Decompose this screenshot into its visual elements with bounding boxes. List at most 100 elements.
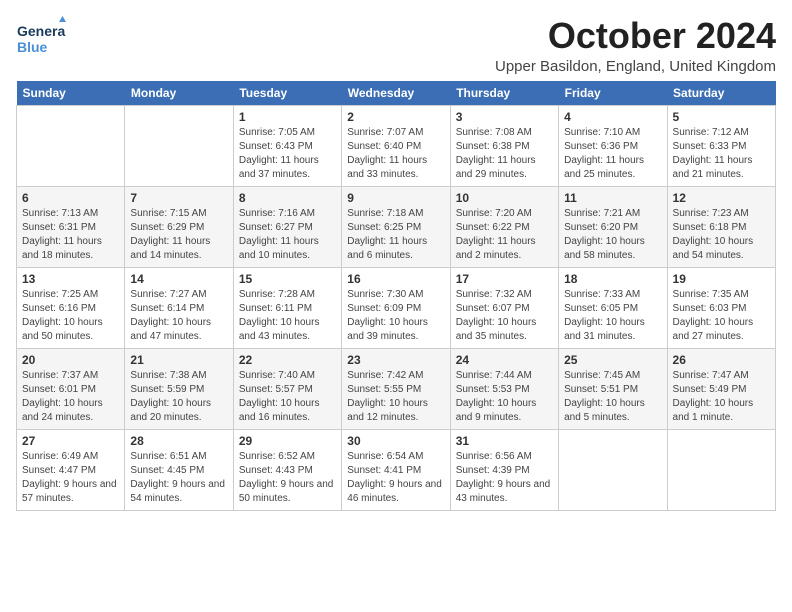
- day-number: 31: [456, 434, 553, 448]
- day-number: 2: [347, 110, 444, 124]
- day-detail: Sunrise: 7:47 AM Sunset: 5:49 PM Dayligh…: [673, 369, 770, 425]
- day-detail: Sunrise: 7:05 AM Sunset: 6:43 PM Dayligh…: [239, 126, 336, 182]
- day-detail: Sunrise: 7:27 AM Sunset: 6:14 PM Dayligh…: [130, 288, 227, 344]
- day-detail: Sunrise: 7:15 AM Sunset: 6:29 PM Dayligh…: [130, 207, 227, 263]
- day-number: 13: [22, 272, 119, 286]
- calendar-cell: 30 Sunrise: 6:54 AM Sunset: 4:41 PM Dayli…: [342, 429, 450, 510]
- dow-header-monday: Monday: [125, 81, 233, 106]
- day-number: 21: [130, 353, 227, 367]
- svg-text:Blue: Blue: [17, 39, 48, 55]
- day-detail: Sunrise: 7:33 AM Sunset: 6:05 PM Dayligh…: [564, 288, 661, 344]
- page-header: General Blue October 2024 Upper Basildon…: [16, 16, 776, 75]
- day-number: 27: [22, 434, 119, 448]
- day-detail: Sunrise: 6:52 AM Sunset: 4:43 PM Dayligh…: [239, 450, 336, 506]
- calendar-cell: 22 Sunrise: 7:40 AM Sunset: 5:57 PM Dayli…: [233, 348, 341, 429]
- day-number: 6: [22, 191, 119, 205]
- day-number: 29: [239, 434, 336, 448]
- calendar-cell: 24 Sunrise: 7:44 AM Sunset: 5:53 PM Dayli…: [450, 348, 558, 429]
- day-detail: Sunrise: 7:10 AM Sunset: 6:36 PM Dayligh…: [564, 126, 661, 182]
- svg-text:General: General: [17, 23, 66, 39]
- day-detail: Sunrise: 7:20 AM Sunset: 6:22 PM Dayligh…: [456, 207, 553, 263]
- calendar-cell: 11 Sunrise: 7:21 AM Sunset: 6:20 PM Dayli…: [559, 186, 667, 267]
- day-number: 15: [239, 272, 336, 286]
- day-number: 16: [347, 272, 444, 286]
- day-number: 20: [22, 353, 119, 367]
- calendar-cell: 1 Sunrise: 7:05 AM Sunset: 6:43 PM Daylig…: [233, 105, 341, 186]
- day-number: 23: [347, 353, 444, 367]
- calendar-cell: 20 Sunrise: 7:37 AM Sunset: 6:01 PM Dayli…: [17, 348, 125, 429]
- calendar-cell: [667, 429, 775, 510]
- dow-header-tuesday: Tuesday: [233, 81, 341, 106]
- day-detail: Sunrise: 7:44 AM Sunset: 5:53 PM Dayligh…: [456, 369, 553, 425]
- day-detail: Sunrise: 7:21 AM Sunset: 6:20 PM Dayligh…: [564, 207, 661, 263]
- calendar-table: SundayMondayTuesdayWednesdayThursdayFrid…: [16, 81, 776, 511]
- calendar-cell: 15 Sunrise: 7:28 AM Sunset: 6:11 PM Dayli…: [233, 267, 341, 348]
- day-number: 8: [239, 191, 336, 205]
- day-detail: Sunrise: 7:12 AM Sunset: 6:33 PM Dayligh…: [673, 126, 770, 182]
- calendar-cell: 9Sunrise: 7:18 AM Sunset: 6:25 PM Daylig…: [342, 186, 450, 267]
- day-detail: Sunrise: 7:07 AM Sunset: 6:40 PM Dayligh…: [347, 126, 444, 182]
- day-number: 28: [130, 434, 227, 448]
- dow-header-saturday: Saturday: [667, 81, 775, 106]
- day-number: 10: [456, 191, 553, 205]
- day-detail: Sunrise: 7:13 AM Sunset: 6:31 PM Dayligh…: [22, 207, 119, 263]
- day-detail: Sunrise: 7:37 AM Sunset: 6:01 PM Dayligh…: [22, 369, 119, 425]
- day-number: 12: [673, 191, 770, 205]
- calendar-cell: [559, 429, 667, 510]
- day-detail: Sunrise: 7:08 AM Sunset: 6:38 PM Dayligh…: [456, 126, 553, 182]
- day-number: 5: [673, 110, 770, 124]
- calendar-cell: 29 Sunrise: 6:52 AM Sunset: 4:43 PM Dayli…: [233, 429, 341, 510]
- calendar-cell: 31 Sunrise: 6:56 AM Sunset: 4:39 PM Dayli…: [450, 429, 558, 510]
- calendar-cell: 5 Sunrise: 7:12 AM Sunset: 6:33 PM Daylig…: [667, 105, 775, 186]
- day-detail: Sunrise: 7:28 AM Sunset: 6:11 PM Dayligh…: [239, 288, 336, 344]
- calendar-cell: 13 Sunrise: 7:25 AM Sunset: 6:16 PM Dayli…: [17, 267, 125, 348]
- calendar-cell: [125, 105, 233, 186]
- day-number: 19: [673, 272, 770, 286]
- calendar-cell: 10 Sunrise: 7:20 AM Sunset: 6:22 PM Dayli…: [450, 186, 558, 267]
- day-number: 7: [130, 191, 227, 205]
- calendar-cell: 25Sunrise: 7:45 AM Sunset: 5:51 PM Dayli…: [559, 348, 667, 429]
- calendar-cell: 19Sunrise: 7:35 AM Sunset: 6:03 PM Dayli…: [667, 267, 775, 348]
- calendar-cell: 26Sunrise: 7:47 AM Sunset: 5:49 PM Dayli…: [667, 348, 775, 429]
- calendar-cell: [17, 105, 125, 186]
- day-detail: Sunrise: 6:51 AM Sunset: 4:45 PM Dayligh…: [130, 450, 227, 506]
- month-title: October 2024: [495, 16, 776, 56]
- day-number: 24: [456, 353, 553, 367]
- day-number: 17: [456, 272, 553, 286]
- dow-header-friday: Friday: [559, 81, 667, 106]
- day-number: 4: [564, 110, 661, 124]
- location-subtitle: Upper Basildon, England, United Kingdom: [495, 58, 776, 75]
- calendar-cell: 17 Sunrise: 7:32 AM Sunset: 6:07 PM Dayli…: [450, 267, 558, 348]
- calendar-cell: 8Sunrise: 7:16 AM Sunset: 6:27 PM Daylig…: [233, 186, 341, 267]
- title-block: October 2024 Upper Basildon, England, Un…: [495, 16, 776, 75]
- day-number: 1: [239, 110, 336, 124]
- day-detail: Sunrise: 7:23 AM Sunset: 6:18 PM Dayligh…: [673, 207, 770, 263]
- day-number: 14: [130, 272, 227, 286]
- day-detail: Sunrise: 7:42 AM Sunset: 5:55 PM Dayligh…: [347, 369, 444, 425]
- dow-header-thursday: Thursday: [450, 81, 558, 106]
- day-number: 30: [347, 434, 444, 448]
- calendar-cell: 18 Sunrise: 7:33 AM Sunset: 6:05 PM Dayli…: [559, 267, 667, 348]
- dow-header-wednesday: Wednesday: [342, 81, 450, 106]
- calendar-cell: 14 Sunrise: 7:27 AM Sunset: 6:14 PM Dayli…: [125, 267, 233, 348]
- day-number: 18: [564, 272, 661, 286]
- dow-header-sunday: Sunday: [17, 81, 125, 106]
- day-number: 3: [456, 110, 553, 124]
- day-detail: Sunrise: 6:54 AM Sunset: 4:41 PM Dayligh…: [347, 450, 444, 506]
- day-detail: Sunrise: 7:40 AM Sunset: 5:57 PM Dayligh…: [239, 369, 336, 425]
- logo-svg: General Blue: [16, 16, 66, 61]
- logo: General Blue: [16, 16, 66, 61]
- day-detail: Sunrise: 6:56 AM Sunset: 4:39 PM Dayligh…: [456, 450, 553, 506]
- calendar-cell: 6 Sunrise: 7:13 AM Sunset: 6:31 PM Daylig…: [17, 186, 125, 267]
- calendar-cell: 12 Sunrise: 7:23 AM Sunset: 6:18 PM Dayli…: [667, 186, 775, 267]
- calendar-cell: 23 Sunrise: 7:42 AM Sunset: 5:55 PM Dayli…: [342, 348, 450, 429]
- day-number: 25: [564, 353, 661, 367]
- day-detail: Sunrise: 7:32 AM Sunset: 6:07 PM Dayligh…: [456, 288, 553, 344]
- calendar-cell: 3 Sunrise: 7:08 AM Sunset: 6:38 PM Daylig…: [450, 105, 558, 186]
- day-number: 22: [239, 353, 336, 367]
- day-detail: Sunrise: 7:25 AM Sunset: 6:16 PM Dayligh…: [22, 288, 119, 344]
- calendar-cell: 7 Sunrise: 7:15 AM Sunset: 6:29 PM Daylig…: [125, 186, 233, 267]
- day-number: 11: [564, 191, 661, 205]
- calendar-cell: 4 Sunrise: 7:10 AM Sunset: 6:36 PM Daylig…: [559, 105, 667, 186]
- calendar-cell: 21Sunrise: 7:38 AM Sunset: 5:59 PM Dayli…: [125, 348, 233, 429]
